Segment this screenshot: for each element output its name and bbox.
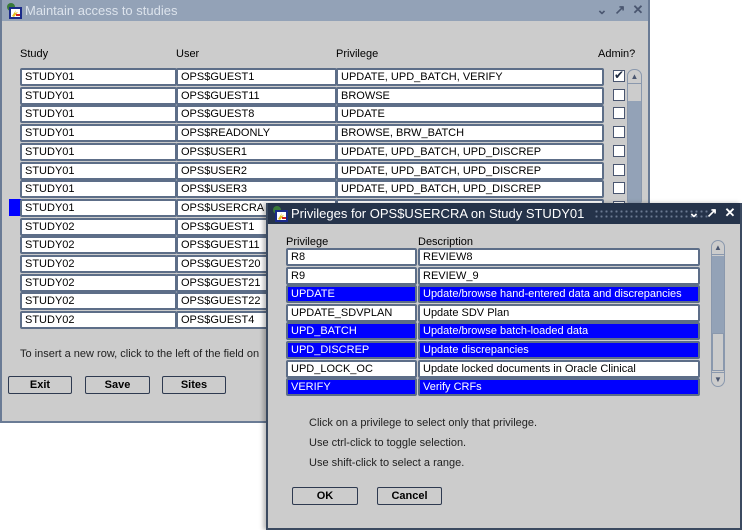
privilege-code-field[interactable]: R9 <box>286 267 417 285</box>
privilege-field[interactable]: UPDATE, UPD_BATCH, UPD_DISCREP <box>336 162 604 180</box>
user-field[interactable]: OPS$USER1 <box>176 143 337 161</box>
privilege-code-field[interactable]: UPD_LOCK_OC <box>286 360 417 378</box>
admin-checkbox[interactable] <box>613 145 625 157</box>
admin-checkbox[interactable] <box>613 68 625 82</box>
main-vertical-scrollbar[interactable]: ▲ <box>627 69 642 207</box>
scroll-down-arrow-icon[interactable]: ▼ <box>712 372 724 386</box>
user-field[interactable]: OPS$GUEST8 <box>176 105 337 123</box>
scrollbar-thumb[interactable] <box>712 333 724 371</box>
privilege-field[interactable]: UPDATE, UPD_BATCH, VERIFY <box>336 68 604 86</box>
study-field[interactable]: STUDY02 <box>20 311 177 329</box>
privilege-code-field[interactable]: UPD_BATCH <box>286 322 417 340</box>
privilege-description-field[interactable]: REVIEW_9 <box>418 267 700 285</box>
privilege-description-field[interactable]: Update/browse batch-loaded data <box>418 322 700 340</box>
close-icon[interactable]: ✕ <box>631 2 645 18</box>
user-field[interactable]: OPS$USER3 <box>176 180 337 198</box>
privilege-description-field[interactable]: Update locked documents in Oracle Clinic… <box>418 360 700 378</box>
column-header-description: Description <box>418 236 474 248</box>
main-window-title: Maintain access to studies <box>25 3 178 18</box>
privilege-description-field[interactable]: REVIEW8 <box>418 248 700 266</box>
user-field[interactable]: OPS$READONLY <box>176 124 337 142</box>
privilege-code-field[interactable]: R8 <box>286 248 417 266</box>
study-field[interactable]: STUDY01 <box>20 180 177 198</box>
study-field[interactable]: STUDY01 <box>20 105 177 123</box>
instruction-line-2: Use ctrl-click to toggle selection. <box>309 437 467 449</box>
privilege-field[interactable]: BROWSE, BRW_BATCH <box>336 124 604 142</box>
minimize-icon[interactable]: ⌄ <box>687 205 701 221</box>
study-field[interactable]: STUDY02 <box>20 274 177 292</box>
privilege-field[interactable]: UPDATE, UPD_BATCH, UPD_DISCREP <box>336 180 604 198</box>
study-field[interactable]: STUDY02 <box>20 292 177 310</box>
dialog-titlebar[interactable]: Privileges for OPS$USERCRA on Study STUD… <box>268 203 740 224</box>
dialog-vertical-scrollbar[interactable]: ▲ ▼ <box>711 240 725 387</box>
main-titlebar[interactable]: Maintain access to studies ⌄ ↗ ✕ <box>2 0 648 21</box>
admin-checkbox[interactable] <box>613 89 625 101</box>
admin-checkbox[interactable] <box>613 126 625 138</box>
privilege-description-field[interactable]: Update/browse hand-entered data and disc… <box>418 285 700 303</box>
study-field[interactable]: STUDY02 <box>20 255 177 273</box>
sites-button[interactable]: Sites <box>162 376 226 394</box>
column-header-privilege: Privilege <box>286 236 329 248</box>
insert-row-hint: To insert a new row, click to the left o… <box>20 348 260 360</box>
study-field[interactable]: STUDY02 <box>20 218 177 236</box>
column-header-admin: Admin? <box>598 48 636 60</box>
study-field[interactable]: STUDY01 <box>20 87 177 105</box>
privilege-description-field[interactable]: Update SDV Plan <box>418 304 700 322</box>
close-icon[interactable]: ✕ <box>723 205 737 221</box>
instruction-line-1: Click on a privilege to select only that… <box>309 417 538 429</box>
minimize-icon[interactable]: ⌄ <box>595 2 609 18</box>
privileges-dialog: Privileges for OPS$USERCRA on Study STUD… <box>266 203 742 530</box>
scroll-up-arrow-icon[interactable]: ▲ <box>712 241 724 255</box>
save-button[interactable]: Save <box>85 376 150 394</box>
scroll-up-arrow-icon[interactable]: ▲ <box>628 70 641 84</box>
maximize-icon[interactable]: ↗ <box>613 2 627 18</box>
privilege-field[interactable]: UPDATE <box>336 105 604 123</box>
study-field[interactable]: STUDY01 <box>20 68 177 86</box>
privilege-code-field[interactable]: UPD_DISCREP <box>286 341 417 359</box>
privilege-code-field[interactable]: UPDATE <box>286 285 417 303</box>
study-field[interactable]: STUDY01 <box>20 124 177 142</box>
privilege-code-field[interactable]: UPDATE_SDVPLAN <box>286 304 417 322</box>
privilege-field[interactable]: UPDATE, UPD_BATCH, UPD_DISCREP <box>336 143 604 161</box>
privilege-description-field[interactable]: Verify CRFs <box>418 378 700 396</box>
maximize-icon[interactable]: ↗ <box>705 205 719 221</box>
study-field[interactable]: STUDY01 <box>20 199 177 217</box>
study-field[interactable]: STUDY02 <box>20 236 177 254</box>
ok-button[interactable]: OK <box>292 487 358 505</box>
oracle-forms-app-icon <box>5 2 23 20</box>
study-field[interactable]: STUDY01 <box>20 162 177 180</box>
admin-checkbox[interactable] <box>613 182 625 194</box>
admin-checkbox[interactable] <box>613 107 625 119</box>
exit-button[interactable]: Exit <box>8 376 72 394</box>
privilege-description-field[interactable]: Update discrepancies <box>418 341 700 359</box>
privilege-code-field[interactable]: VERIFY <box>286 378 417 396</box>
user-field[interactable]: OPS$USER2 <box>176 162 337 180</box>
column-header-study: Study <box>20 48 49 60</box>
cancel-button[interactable]: Cancel <box>377 487 442 505</box>
column-header-user: User <box>176 48 200 60</box>
oracle-forms-app-icon <box>271 205 289 223</box>
study-field[interactable]: STUDY01 <box>20 143 177 161</box>
dialog-title: Privileges for OPS$USERCRA on Study STUD… <box>291 206 585 221</box>
scrollbar-track[interactable] <box>628 101 641 206</box>
column-header-privilege: Privilege <box>336 48 379 60</box>
user-field[interactable]: OPS$GUEST1 <box>176 68 337 86</box>
user-field[interactable]: OPS$GUEST11 <box>176 87 337 105</box>
admin-checkbox[interactable] <box>613 164 625 176</box>
instruction-line-3: Use shift-click to select a range. <box>309 457 465 469</box>
privilege-field[interactable]: BROWSE <box>336 87 604 105</box>
